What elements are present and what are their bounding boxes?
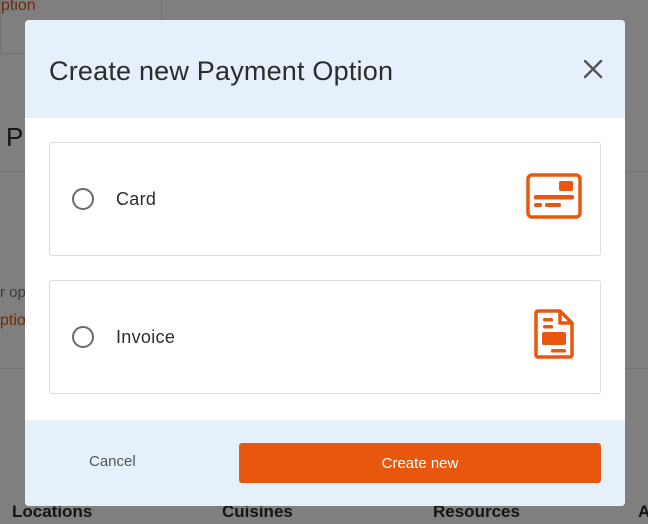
create-payment-option-modal: Create new Payment Option Card Invoice C…: [25, 20, 625, 506]
invoice-label: Invoice: [116, 327, 176, 347]
payment-option-card[interactable]: Card: [49, 142, 601, 256]
invoice-document-icon: [534, 309, 574, 364]
create-new-button[interactable]: Create new: [239, 443, 601, 483]
card-label: Card: [116, 189, 157, 209]
modal-body: Card Invoice: [25, 118, 625, 420]
modal-footer: Cancel Create new: [25, 420, 625, 506]
modal-title: Create new Payment Option: [49, 56, 394, 86]
cancel-button[interactable]: Cancel: [89, 453, 136, 470]
invoice-radio[interactable]: [72, 326, 94, 348]
close-icon[interactable]: [581, 57, 605, 81]
card-radio[interactable]: [72, 188, 94, 210]
credit-card-icon: [526, 173, 582, 224]
payment-option-invoice[interactable]: Invoice: [49, 280, 601, 394]
modal-header: Create new Payment Option: [25, 20, 625, 118]
